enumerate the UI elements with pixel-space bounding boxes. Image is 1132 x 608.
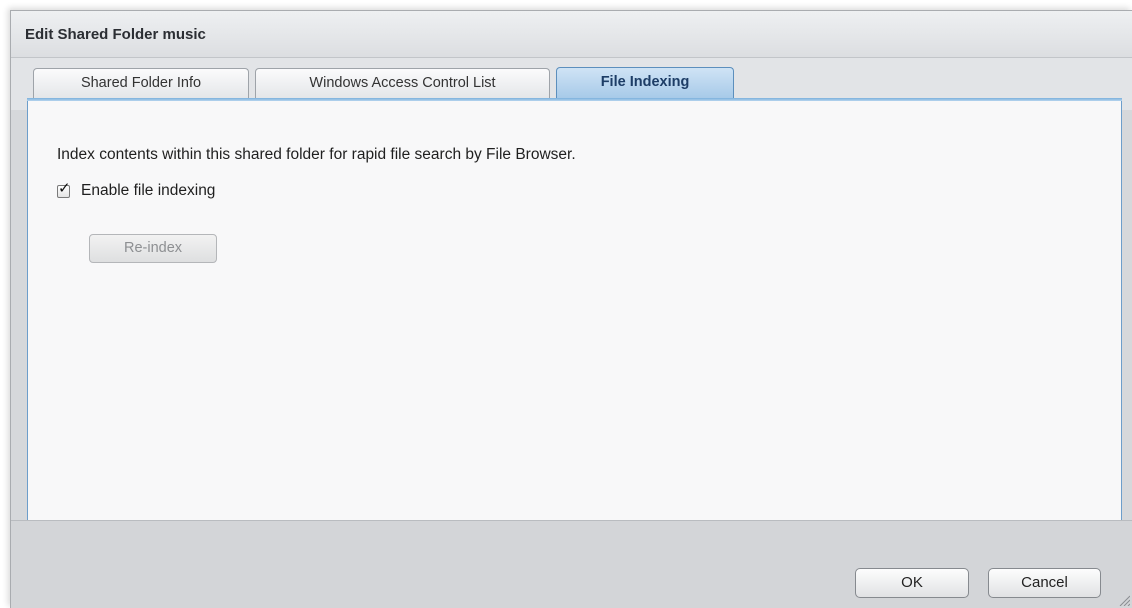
edit-shared-folder-dialog: Edit Shared Folder music Shared Folder I… (10, 10, 1132, 608)
dialog-titlebar[interactable]: Edit Shared Folder music (11, 11, 1132, 58)
resize-grip-icon[interactable] (1118, 594, 1130, 606)
tab-windows-acl[interactable]: Windows Access Control List (255, 68, 550, 98)
ok-button[interactable]: OK (855, 568, 969, 598)
enable-indexing-row[interactable]: ✓ Enable file indexing (57, 180, 215, 201)
dialog-footer: OK Cancel (11, 520, 1132, 608)
checkmark-icon: ✓ (58, 179, 71, 197)
enable-file-indexing-checkbox[interactable]: ✓ (57, 180, 71, 198)
cancel-button[interactable]: Cancel (988, 568, 1101, 598)
enable-file-indexing-label[interactable]: Enable file indexing (81, 182, 215, 200)
indexing-description: Index contents within this shared folder… (57, 146, 576, 163)
dialog-title: Edit Shared Folder music (25, 26, 206, 43)
tab-shared-folder-info[interactable]: Shared Folder Info (33, 68, 249, 98)
reindex-button[interactable]: Re-index (89, 234, 217, 263)
tab-file-indexing[interactable]: File Indexing (556, 67, 734, 99)
